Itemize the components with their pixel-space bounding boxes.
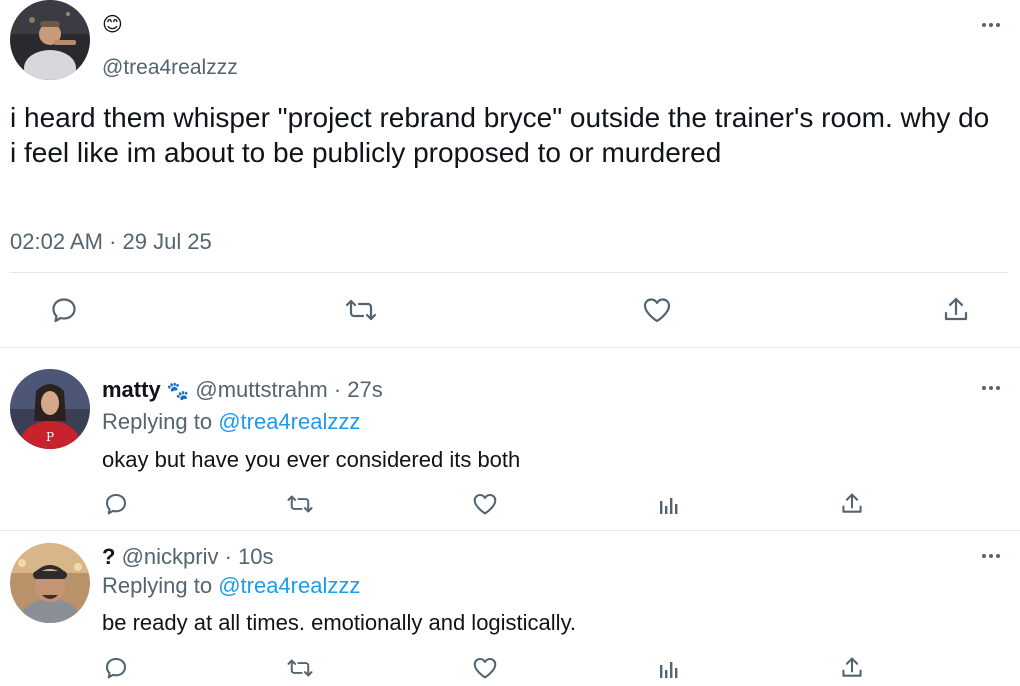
display-name[interactable]: ? <box>102 544 115 569</box>
handle[interactable]: @trea4realzzz <box>102 55 238 81</box>
reply-text: okay but have you ever considered its bo… <box>102 447 521 472</box>
svg-text:P: P <box>46 430 54 444</box>
time[interactable]: 27s <box>347 377 382 402</box>
retweet-icon[interactable] <box>284 490 316 518</box>
reply-icon[interactable] <box>102 490 130 518</box>
handle[interactable]: @muttstrahm <box>195 377 327 402</box>
reply-text: be ready at all times. emotionally and l… <box>102 610 577 635</box>
reply-icon[interactable] <box>48 294 80 326</box>
replying-label: Replying to <box>102 409 213 434</box>
avatar[interactable]: P <box>10 369 90 449</box>
reply-header: matty 🐾 @muttstrahm · 27s <box>102 376 383 405</box>
replying-to: Replying to @trea4realzzz <box>102 408 360 436</box>
handle[interactable]: @nickpriv <box>122 544 219 569</box>
badge-icon: 🐾 <box>166 381 190 401</box>
retweet-icon[interactable] <box>343 294 379 326</box>
divider <box>10 272 1008 273</box>
share-icon[interactable] <box>838 654 866 682</box>
share-icon[interactable] <box>838 490 866 518</box>
avatar[interactable] <box>10 0 90 80</box>
display-name[interactable]: matty <box>102 377 161 402</box>
avatar[interactable] <box>10 543 90 623</box>
more-options-icon[interactable] <box>978 546 1004 566</box>
display-name: 😊 <box>102 14 123 36</box>
separator: · <box>224 544 232 569</box>
retweet-icon[interactable] <box>284 654 316 682</box>
analytics-icon[interactable] <box>656 654 682 682</box>
like-icon[interactable] <box>470 654 500 682</box>
divider <box>0 347 1020 348</box>
more-options-icon[interactable] <box>978 15 1004 35</box>
more-options-icon[interactable] <box>978 378 1004 398</box>
share-icon[interactable] <box>940 294 972 326</box>
replying-label: Replying to <box>102 573 213 598</box>
replying-to: Replying to @trea4realzzz <box>102 572 360 600</box>
divider <box>0 530 1020 531</box>
like-icon[interactable] <box>470 490 500 518</box>
analytics-icon[interactable] <box>656 490 682 518</box>
separator: · <box>333 377 342 402</box>
tweet-text: i heard them whisper "project rebrand br… <box>10 102 990 168</box>
time[interactable]: 10s <box>238 544 273 569</box>
reply-header: ? @nickpriv · 10s <box>102 543 274 571</box>
like-icon[interactable] <box>640 294 674 326</box>
replying-to-link[interactable]: @trea4realzzz <box>218 573 360 598</box>
timestamp[interactable]: 02:02 AM · 29 Jul 25 <box>10 229 212 255</box>
replying-to-link[interactable]: @trea4realzzz <box>218 409 360 434</box>
reply-icon[interactable] <box>102 654 130 682</box>
